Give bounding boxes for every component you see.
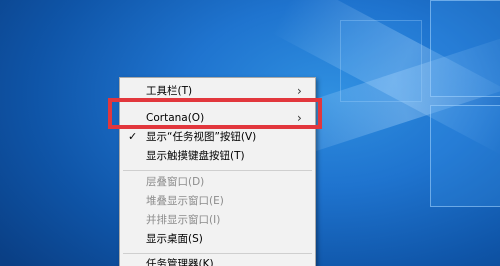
annotation-highlight-box [108,98,322,129]
checkmark-icon: ✓ [128,130,138,143]
windows-logo-pane [340,20,422,102]
menu-item-label: 显示桌面(S) [146,233,203,245]
menu-item-label: 并排显示窗口(I) [146,214,221,226]
menu-item-label: 显示“任务视图”按钮(V) [146,131,257,143]
menu-item-show-windows-stacked[interactable]: 堆叠显示窗口(E) [120,192,315,210]
windows-logo-pane [430,105,500,207]
menu-item-cascade-windows[interactable]: 层叠窗口(D) [120,173,315,191]
menu-item-show-task-view-button[interactable]: ✓ 显示“任务视图”按钮(V) [120,128,315,146]
menu-item-show-desktop[interactable]: 显示桌面(S) [120,230,315,248]
menu-separator [123,170,312,171]
menu-separator [123,253,312,254]
menu-item-show-windows-side-by-side[interactable]: 并排显示窗口(I) [120,211,315,229]
menu-item-label: 层叠窗口(D) [146,176,205,188]
menu-item-label: 任务管理器(K) [146,258,214,266]
menu-item-label: 堆叠显示窗口(E) [146,195,224,207]
menu-item-task-manager[interactable]: 任务管理器(K) [120,255,315,266]
menu-item-label: 显示触摸键盘按钮(T) [146,150,245,162]
windows-logo-pane [430,0,500,97]
menu-item-show-touch-keyboard-button[interactable]: 显示触摸键盘按钮(T) [120,147,315,165]
